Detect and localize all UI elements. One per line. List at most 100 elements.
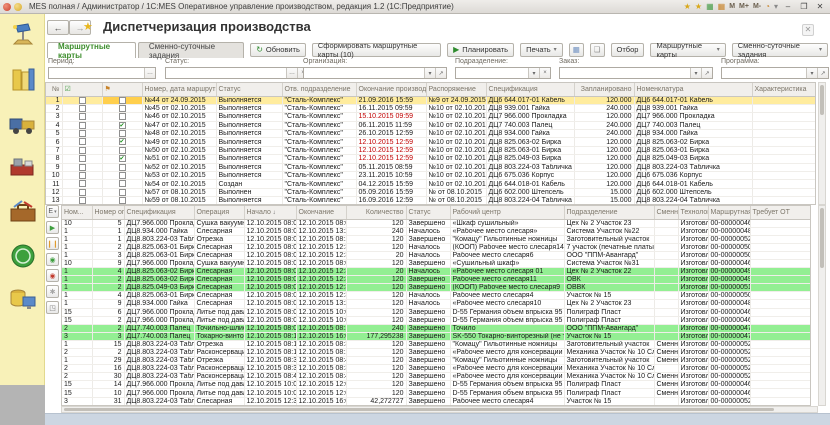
cell-characteristic[interactable] xyxy=(752,121,815,129)
cell-work-center[interactable]: D-55 Германия объем впрыска 95 куб. см. … xyxy=(450,389,564,397)
route-card-row[interactable]: 1 №44 от 24.09.2015 Выполняется "Сталь-К… xyxy=(46,96,815,104)
cell-planned[interactable]: 120.000 xyxy=(574,138,634,146)
tab-shift-daily-tasks[interactable]: Сменно-суточные задания xyxy=(138,42,244,58)
start-operation-button[interactable]: ▶ xyxy=(46,221,59,234)
route-cards-scrollbar[interactable] xyxy=(818,82,826,205)
cell-specification[interactable]: ДЦ7.740.003 Палец xyxy=(124,324,194,332)
route-card-row[interactable]: 2 №45 от 02.10.2015 Выполняется "Сталь-К… xyxy=(46,104,815,112)
cell-department[interactable]: ОВВК xyxy=(564,284,654,292)
cell-mark[interactable] xyxy=(62,188,102,196)
cell-start[interactable]: 12.10.2015 08:00 xyxy=(244,251,296,259)
cell-requires-qc[interactable] xyxy=(750,227,810,235)
cell-requires-qc[interactable] xyxy=(750,324,810,332)
cell-quantity[interactable]: 120 xyxy=(346,365,406,373)
cell-end[interactable]: 12.10.2015 12:08 xyxy=(296,389,346,397)
operation-row[interactable]: 1 1 ДЦ8.803.224-03 Табличка Отрезка 12.1… xyxy=(62,235,810,243)
cell-card-number[interactable]: №57 от 08.10.2015 xyxy=(142,188,216,196)
cell-operation[interactable]: Слесарная xyxy=(194,300,244,308)
cell-route-card[interactable]: 00-00000049 xyxy=(708,276,750,284)
cell-flag[interactable] xyxy=(102,138,142,146)
cell-number[interactable]: 15 xyxy=(62,389,92,397)
cell-specification[interactable]: ДЦ8.825.063-01 Бирка xyxy=(124,251,194,259)
cell-order[interactable]: №10 от 02.10.2015 xyxy=(426,121,486,129)
operation-row[interactable]: 1 2 ДЦ8.825.049-03 Бирка Слесарная 12.10… xyxy=(62,284,810,292)
cell-op-number[interactable]: 10 xyxy=(92,389,124,397)
cell-department[interactable]: Полиграф Пласт xyxy=(564,308,654,316)
cell-start[interactable]: 12.10.2015 08:00 xyxy=(244,243,296,251)
period-field[interactable]: … xyxy=(48,67,156,79)
cell-specification[interactable]: ДЦ7 740.003 Палец xyxy=(486,121,574,129)
cell-nomenclature[interactable]: ДЦ6 644.017-01 Кабель xyxy=(634,96,752,104)
cell-specification[interactable]: ДЦ8 934.000 Гайка xyxy=(486,130,574,138)
cell-end[interactable]: 12.10.2015 08:30 xyxy=(296,340,346,348)
app-menu-icon[interactable] xyxy=(3,3,11,11)
cell-order[interactable]: №10 от 02.10.2015 xyxy=(426,172,486,180)
cell-status[interactable]: Началось xyxy=(406,300,450,308)
cell-work-center[interactable]: "Комацу" Гильотинные ножницы xyxy=(450,235,564,243)
cell-quantity[interactable]: 240 xyxy=(346,324,406,332)
cell-status[interactable]: Выполняется xyxy=(216,155,282,163)
cell-specification[interactable]: ДЦ8 939.001 Гайка xyxy=(486,104,574,112)
cell-quantity[interactable]: 120 xyxy=(346,284,406,292)
operation-row[interactable]: 1 29 ДЦ8.803.224-03 Табличка Отрезка 12.… xyxy=(62,357,810,365)
cell-op-number[interactable]: 1 xyxy=(92,235,124,243)
sidebar-item-documents[interactable] xyxy=(0,58,45,102)
cell-status[interactable]: Выполняется xyxy=(216,172,282,180)
cell-route-card[interactable]: 00-00000048 xyxy=(708,300,750,308)
flag-checkbox[interactable] xyxy=(119,189,126,196)
cell-shift-task[interactable] xyxy=(654,235,678,243)
cell-status[interactable]: Началось xyxy=(406,292,450,300)
cell-row-number[interactable]: 11 xyxy=(46,180,62,188)
cell-end[interactable]: 12.10.2015 08:14 xyxy=(296,324,346,332)
cell-status[interactable]: Выполняется xyxy=(216,104,282,112)
cell-characteristic[interactable] xyxy=(752,172,815,180)
cell-start[interactable]: 12.10.2015 08:00 xyxy=(244,268,296,276)
cell-status[interactable]: Завершено xyxy=(406,259,450,267)
cell-operation[interactable]: Слесарная xyxy=(194,268,244,276)
sidebar-item-logistics[interactable] xyxy=(0,102,45,146)
cell-tech-doc[interactable]: Изготовлен... xyxy=(678,292,708,300)
cell-planned[interactable]: 120.000 xyxy=(574,96,634,104)
cell-op-number[interactable]: 14 xyxy=(92,381,124,389)
cell-department[interactable]: Механика Участок № 10 Слесарный уча... xyxy=(564,373,654,381)
operation-row[interactable]: 15 14 ДЦ7.966.000 Прокладка Литье под да… xyxy=(62,381,810,389)
cell-status[interactable]: Создан xyxy=(216,180,282,188)
cell-number[interactable]: 1 xyxy=(62,300,92,308)
cell-mark[interactable] xyxy=(62,96,102,104)
cell-quantity[interactable]: 120 xyxy=(346,373,406,381)
print-button[interactable]: Печать ▾ xyxy=(520,43,563,57)
resume-operation-button[interactable]: ◉ xyxy=(46,253,59,266)
cell-work-center[interactable]: «Рабочее место для консервации xyxy=(450,365,564,373)
cell-tech-doc[interactable]: Изготовлен... xyxy=(678,235,708,243)
cell-production-end[interactable]: 05.09.2016 15:59 xyxy=(356,188,426,196)
cell-shift-task[interactable]: Сменно-сут... xyxy=(654,340,678,348)
cell-tech-doc[interactable]: Изготовлен... xyxy=(678,316,708,324)
status-input[interactable] xyxy=(166,68,286,78)
column-header[interactable]: Подразделение xyxy=(564,206,654,219)
open-card-button[interactable]: ◳ xyxy=(46,301,59,314)
column-header[interactable]: Статус xyxy=(216,83,282,96)
flag-checkbox[interactable] xyxy=(119,180,126,187)
program-input[interactable] xyxy=(722,68,806,78)
cell-department[interactable]: "Сталь-Комплекс" xyxy=(282,138,356,146)
cell-mark[interactable] xyxy=(62,163,102,171)
cell-department[interactable]: Система Участок №31 xyxy=(564,259,654,267)
cell-flag[interactable] xyxy=(102,121,142,129)
cell-characteristic[interactable] xyxy=(752,163,815,171)
cell-production-end[interactable]: 06.11.2015 11:59 xyxy=(356,121,426,129)
cell-requires-qc[interactable] xyxy=(750,219,810,227)
field-button[interactable]: ↗ xyxy=(701,68,712,78)
cell-status[interactable]: Выполняется xyxy=(216,113,282,121)
route-card-row[interactable]: 10 №53 от 02.10.2015 Выполняется "Сталь-… xyxy=(46,172,815,180)
memory-recall-icon[interactable]: M xyxy=(729,3,735,10)
cell-requires-qc[interactable] xyxy=(750,284,810,292)
cell-nomenclature[interactable]: ДЦ7 966.000 Прокладка xyxy=(634,113,752,121)
cell-nomenclature[interactable]: ДЦ8 825.063-01 Бирка xyxy=(634,146,752,154)
flag-column-icon[interactable]: ⚑ xyxy=(102,83,142,96)
cell-status[interactable]: Выполняется xyxy=(216,130,282,138)
cell-operation[interactable]: Расконсервация xyxy=(194,365,244,373)
cell-specification[interactable]: ДЦ8.825.063-02 Бирка xyxy=(124,268,194,276)
cell-status[interactable]: Выполняется xyxy=(216,121,282,129)
cell-card-number[interactable]: №54 от 02.10.2015 xyxy=(142,180,216,188)
cell-operation[interactable]: Литье под давлением т... xyxy=(194,389,244,397)
